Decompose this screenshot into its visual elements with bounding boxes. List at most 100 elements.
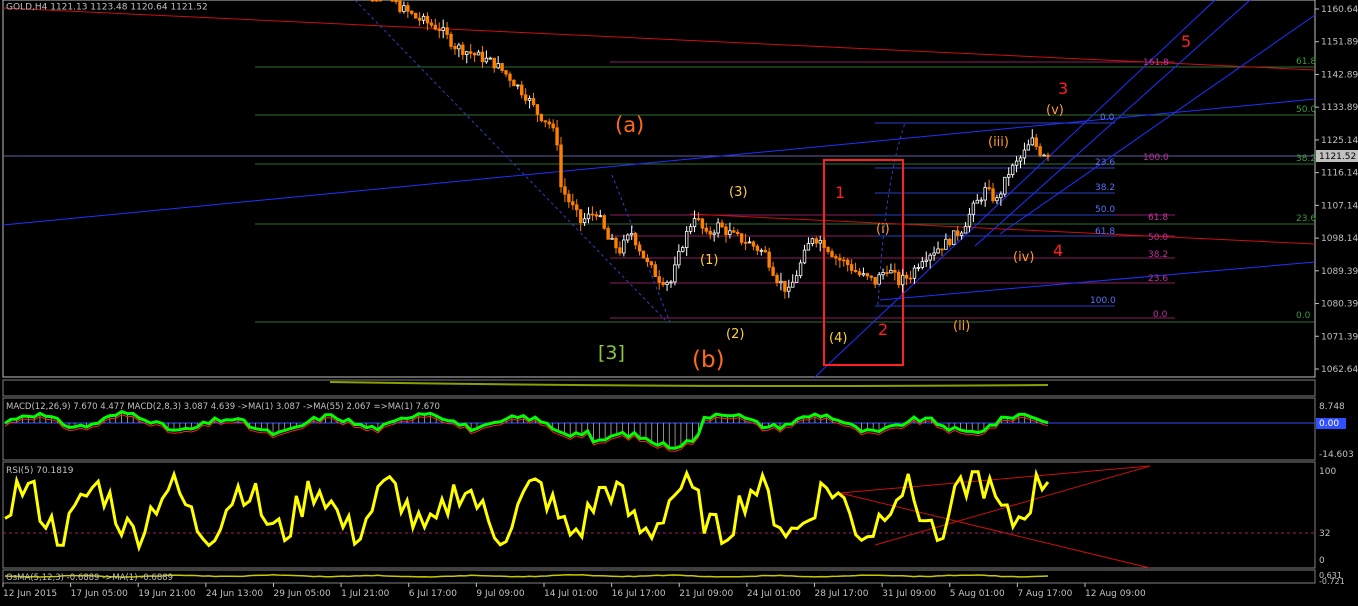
candle-body — [861, 273, 866, 276]
candle-body — [955, 230, 960, 236]
candle-body — [394, 0, 398, 3]
wave-label-4: (4) — [829, 331, 847, 346]
wave-label-iii: (iii) — [988, 135, 1009, 150]
time-tick-label: 28 Jul 17:00 — [815, 589, 869, 599]
candle-body — [920, 261, 925, 268]
current-price-value: 1121.52 — [1319, 152, 1356, 162]
fib-label: 23.6 — [1148, 274, 1168, 284]
candle-body — [437, 28, 441, 32]
wave-label-iv: (iv) — [1013, 250, 1034, 265]
candle-body — [716, 222, 720, 234]
candle-body — [763, 249, 767, 253]
candle-body — [818, 240, 822, 244]
candle-body — [472, 52, 477, 56]
candle-body — [433, 24, 438, 30]
candle-body — [468, 51, 473, 54]
price-tick-label: 1151.89 — [1321, 38, 1358, 48]
candle-body — [979, 199, 983, 202]
candle-body — [834, 256, 838, 259]
candle-body — [983, 187, 987, 201]
candle-body — [806, 243, 811, 251]
candle-body — [904, 274, 909, 279]
wave-label-red-2: 2 — [878, 320, 888, 339]
price-tick-label: 1160.64 — [1321, 5, 1358, 15]
candle-body — [641, 250, 646, 259]
rsi-tick: 32 — [1319, 529, 1330, 539]
time-tick-label: 12 Jun 2015 — [3, 589, 57, 599]
candle-body — [1034, 137, 1038, 147]
macd-tick: 8.748 — [1319, 402, 1345, 412]
candle-body — [555, 127, 559, 146]
candle-body — [551, 123, 555, 129]
candle-body — [661, 281, 665, 285]
fib-label: 50.0 — [1095, 205, 1115, 215]
candle-body — [779, 280, 783, 284]
candle-body — [928, 254, 932, 261]
candle-body — [539, 113, 544, 122]
fib-label: 38.2 — [1148, 250, 1168, 260]
candle-body — [877, 274, 881, 285]
candle-body — [665, 281, 669, 285]
wave-label-i: (i) — [876, 222, 890, 237]
candle-body — [810, 238, 815, 244]
candle-body — [822, 240, 826, 248]
candle-body — [575, 204, 579, 211]
wave-label-a: (a) — [615, 113, 644, 137]
candle-body — [571, 201, 575, 206]
candle-body — [775, 274, 779, 284]
time-tick-label: 9 Jul 09:00 — [476, 589, 525, 599]
wave-label-b: (b) — [692, 347, 725, 373]
candle-body — [881, 272, 885, 276]
time-tick-label: 24 Jul 01:00 — [747, 589, 801, 599]
candle-body — [944, 238, 948, 250]
time-tick-label: 6 Jul 17:00 — [409, 589, 458, 599]
candle-body — [857, 271, 862, 276]
price-tick-label: 1071.39 — [1321, 332, 1358, 342]
candle-body — [999, 193, 1003, 199]
candle-body — [398, 0, 402, 12]
price-tick-label: 1089.39 — [1321, 267, 1358, 277]
candle-body — [610, 237, 614, 240]
candle-body — [751, 241, 756, 247]
fib-label: 100.0 — [1143, 153, 1169, 163]
candle-body — [531, 98, 536, 105]
candle-body — [995, 197, 999, 202]
candle-body — [492, 57, 496, 69]
candle-body — [543, 120, 547, 123]
fib-label: 23.6 — [1296, 214, 1316, 224]
candle-body — [1038, 146, 1042, 156]
candle-body — [378, 0, 383, 2]
wave-label-2: (2) — [726, 327, 744, 342]
candle-body — [747, 241, 752, 244]
candle-body — [838, 257, 842, 261]
candle-body — [712, 232, 716, 235]
time-tick-label: 31 Jul 09:00 — [882, 589, 936, 599]
candle-body — [826, 247, 830, 252]
fib-label: 61.8 — [1095, 227, 1115, 237]
candle-body — [916, 266, 921, 269]
chart-canvas[interactable]: 61.8 50.0 38.2 23.6 0.0 161.8 100.0 61.8… — [0, 0, 1358, 606]
fib-label: 38.2 — [1095, 183, 1115, 193]
candle-body — [484, 57, 489, 63]
candle-body — [602, 215, 606, 229]
candle-body — [889, 269, 893, 274]
osma-tick: -0.721 — [1319, 577, 1345, 586]
candle-body — [626, 234, 630, 241]
time-tick-label: 24 Jun 13:00 — [206, 589, 263, 599]
time-tick-label: 29 Jun 05:00 — [274, 589, 331, 599]
time-tick-label: 1 Jul 21:00 — [341, 589, 390, 599]
candle-body — [590, 213, 595, 216]
candle-body — [1046, 154, 1050, 158]
candle-body — [453, 46, 457, 50]
candle-body — [586, 213, 591, 220]
fib-label: 0.0 — [1100, 113, 1115, 123]
time-tick-label: 17 Jun 05:00 — [71, 589, 128, 599]
candle-body — [952, 230, 956, 246]
chart-title: GOLD,H4 1121.13 1123.48 1120.64 1121.52 — [6, 3, 208, 13]
candle-body — [677, 250, 681, 266]
price-tick-label: 1062.64 — [1321, 365, 1358, 375]
candle-body — [410, 10, 414, 14]
candle-body — [975, 199, 980, 204]
candle-body — [1042, 154, 1046, 157]
candle-body — [512, 79, 516, 87]
